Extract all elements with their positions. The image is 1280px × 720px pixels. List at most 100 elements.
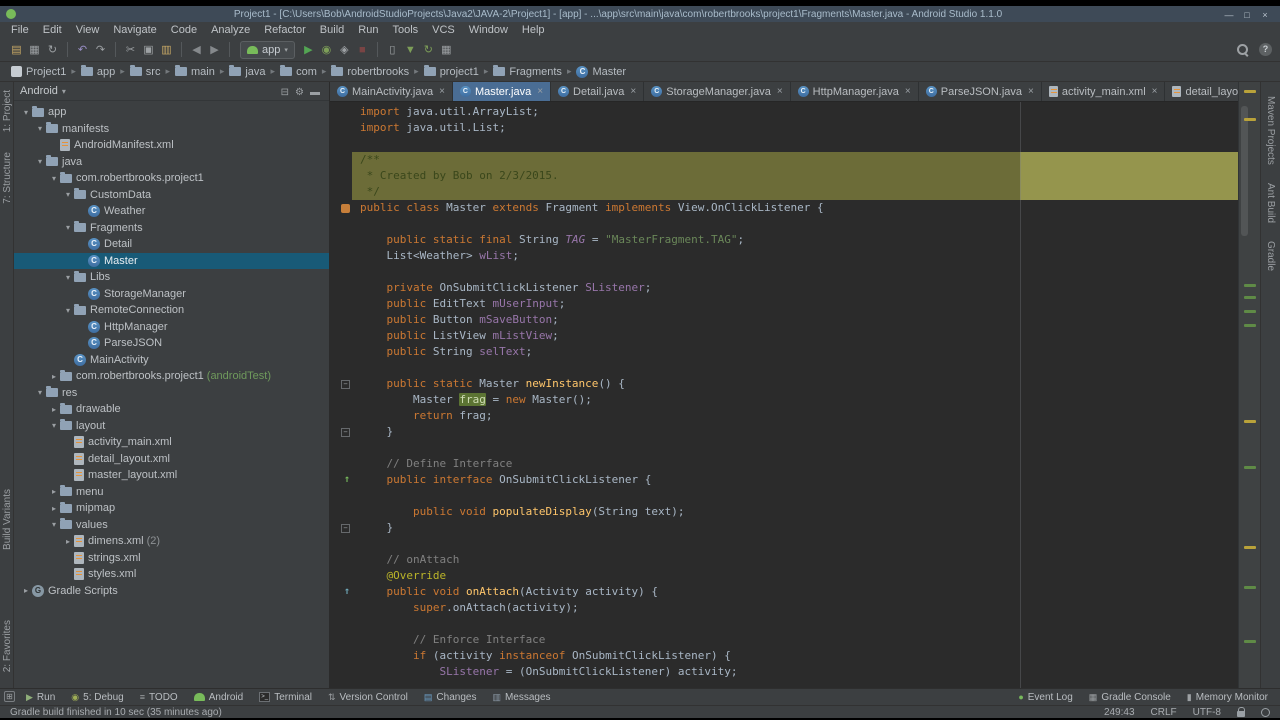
breadcrumb-project1[interactable]: Project1: [8, 66, 69, 78]
tab-mainactivity-java[interactable]: C MainActivity.java ×: [330, 82, 453, 101]
tree-item-httpmanager[interactable]: C HttpManager: [14, 319, 329, 336]
tool-button-maven-projects[interactable]: Maven Projects: [1265, 96, 1276, 165]
menu-refactor[interactable]: Refactor: [257, 22, 313, 38]
class-marker-icon[interactable]: [341, 203, 350, 213]
editor-scrollbar-thumb[interactable]: [1241, 106, 1248, 236]
close-icon[interactable]: ×: [439, 86, 445, 97]
tree-item-weather[interactable]: C Weather: [14, 203, 329, 220]
override-marker-icon[interactable]: ↑: [344, 584, 350, 600]
copy-icon[interactable]: ▣: [140, 41, 157, 58]
tree-item-manifests[interactable]: ▾ manifests: [14, 121, 329, 138]
chevron-right-icon[interactable]: ▸: [48, 487, 60, 496]
tool-button-android[interactable]: Android: [193, 692, 243, 703]
fold-icon[interactable]: −: [341, 523, 350, 533]
tree-item-storagemanager[interactable]: C StorageManager: [14, 286, 329, 303]
tree-item-libs[interactable]: ▾ Libs: [14, 269, 329, 286]
tool-button-2-favorites[interactable]: 2: Favorites: [2, 620, 13, 672]
tree-item-styles-xml[interactable]: styles.xml: [14, 566, 329, 583]
avd-manager-icon[interactable]: ▯: [384, 41, 401, 58]
search-icon[interactable]: [1236, 43, 1249, 56]
chevron-down-icon[interactable]: ▾: [62, 306, 74, 315]
back-icon[interactable]: ◀: [188, 41, 205, 58]
project-structure-icon[interactable]: ▦: [438, 41, 455, 58]
chevron-down-icon[interactable]: ▾: [62, 273, 74, 282]
run-configuration-select[interactable]: app ▾: [240, 40, 295, 59]
breadcrumb-project1[interactable]: project1: [421, 65, 482, 78]
menu-tools[interactable]: Tools: [385, 22, 425, 38]
tab-master-java[interactable]: C Master.java ×: [452, 82, 552, 101]
chevron-down-icon[interactable]: ▾: [48, 520, 60, 529]
open-icon[interactable]: ▤: [8, 41, 25, 58]
coverage-icon[interactable]: ◈: [336, 41, 353, 58]
menu-run[interactable]: Run: [351, 22, 385, 38]
close-icon[interactable]: ×: [630, 86, 636, 97]
chevron-down-icon[interactable]: ▾: [62, 223, 74, 232]
tool-button-memory-monitor[interactable]: ▮ Memory Monitor: [1187, 692, 1268, 703]
tool-button-changes[interactable]: ▤ Changes: [424, 692, 477, 703]
tab-parsejson-java[interactable]: C ParseJSON.java ×: [918, 82, 1042, 101]
close-icon[interactable]: ×: [777, 86, 783, 97]
breadcrumb-main[interactable]: main: [172, 65, 218, 78]
tool-button-version-control[interactable]: ⇅ Version Control: [328, 692, 408, 703]
tree-item-remoteconnection[interactable]: ▾ RemoteConnection: [14, 302, 329, 319]
tool-button-build-variants[interactable]: Build Variants: [2, 489, 13, 550]
tree-item-values[interactable]: ▾ values: [14, 517, 329, 534]
save-icon[interactable]: ▦: [26, 41, 43, 58]
tab-detail-layout-xml[interactable]: detail_layout.xml×: [1165, 82, 1238, 101]
menu-edit[interactable]: Edit: [36, 22, 69, 38]
stop-icon[interactable]: ■: [354, 41, 371, 58]
breadcrumb-com[interactable]: com: [277, 65, 320, 78]
breadcrumb-fragments[interactable]: Fragments: [490, 65, 565, 78]
tree-item-dimens-xml-2[interactable]: ▸ dimens.xml (2): [14, 533, 329, 550]
help-icon[interactable]: ?: [1259, 43, 1272, 56]
tree-item-mipmap[interactable]: ▸ mipmap: [14, 500, 329, 517]
tool-button-event-log[interactable]: ● Event Log: [1018, 692, 1072, 703]
debug-icon[interactable]: ◉: [318, 41, 335, 58]
chevron-down-icon[interactable]: ▾: [34, 157, 46, 166]
tool-button-5-debug[interactable]: ◉ 5: Debug: [71, 692, 123, 703]
tree-item-master[interactable]: C Master: [14, 252, 329, 269]
implemented-marker-icon[interactable]: ↑: [344, 472, 350, 488]
tool-button-7-structure[interactable]: 7: Structure: [2, 152, 13, 204]
tool-button-1-project[interactable]: 1: Project: [2, 90, 13, 132]
chevron-right-icon[interactable]: ▸: [48, 372, 60, 381]
menu-file[interactable]: File: [4, 22, 36, 38]
undo-icon[interactable]: ↶: [74, 41, 91, 58]
error-stripe-marker-bar[interactable]: [1238, 82, 1260, 688]
tool-button-gradle[interactable]: Gradle: [1265, 241, 1276, 271]
tree-item-layout[interactable]: ▾ layout: [14, 418, 329, 435]
highlighting-level-icon[interactable]: [1261, 707, 1270, 717]
tree-item-mainactivity[interactable]: C MainActivity: [14, 352, 329, 369]
run-icon[interactable]: ▶: [300, 41, 317, 58]
tree-item-parsejson[interactable]: C ParseJSON: [14, 335, 329, 352]
close-button[interactable]: ×: [1256, 10, 1274, 22]
fold-icon[interactable]: −: [341, 379, 350, 389]
tree-item-detail[interactable]: C Detail: [14, 236, 329, 253]
caret-position[interactable]: 249:43: [1104, 707, 1135, 718]
tree-item-master-layout-xml[interactable]: master_layout.xml: [14, 467, 329, 484]
close-icon[interactable]: ×: [1028, 86, 1034, 97]
code-editor[interactable]: import java.util.ArrayList; import java.u…: [330, 102, 1238, 688]
tool-button-messages[interactable]: ▥ Messages: [492, 692, 550, 703]
menu-analyze[interactable]: Analyze: [204, 22, 257, 38]
tree-item-gradle-scripts[interactable]: ▸ G Gradle Scripts: [14, 583, 329, 600]
tree-item-java[interactable]: ▾ java: [14, 154, 329, 171]
lock-icon[interactable]: [1237, 706, 1245, 717]
menu-build[interactable]: Build: [313, 22, 351, 38]
collapse-all-icon[interactable]: ⊟: [278, 87, 292, 98]
close-icon[interactable]: ×: [537, 86, 543, 97]
breadcrumb-src[interactable]: src: [127, 65, 164, 78]
tool-button-gradle-console[interactable]: ▦ Gradle Console: [1089, 692, 1171, 703]
tree-item-detail-layout-xml[interactable]: detail_layout.xml: [14, 451, 329, 468]
chevron-down-icon[interactable]: ▾: [48, 174, 60, 183]
tool-button-terminal[interactable]: >_ Terminal: [259, 692, 312, 703]
tool-button-ant-build[interactable]: Ant Build: [1265, 183, 1276, 223]
tool-button-todo[interactable]: ≡ TODO: [140, 692, 178, 703]
tab-storagemanager-java[interactable]: C StorageManager.java ×: [644, 82, 791, 101]
paste-icon[interactable]: ▥: [158, 41, 175, 58]
close-icon[interactable]: ×: [1152, 86, 1158, 97]
chevron-down-icon[interactable]: ▾: [62, 190, 74, 199]
sdk-manager-icon[interactable]: ▼: [402, 41, 419, 58]
chevron-down-icon[interactable]: ▾: [20, 108, 32, 117]
tool-window-switcher-icon[interactable]: ⊞: [4, 691, 15, 702]
